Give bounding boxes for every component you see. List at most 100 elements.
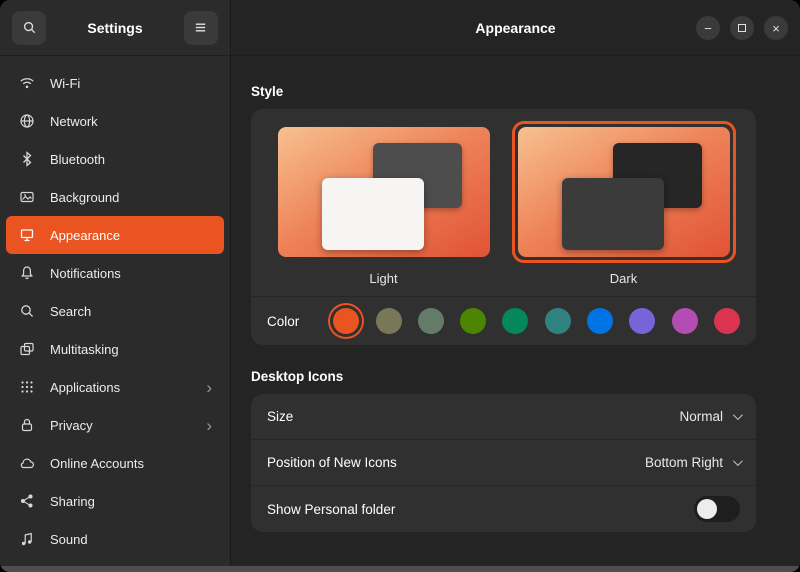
sidebar-item-label: Multitasking [50,342,119,357]
accent-swatch-bark[interactable] [376,308,402,334]
color-label: Color [267,314,299,329]
sidebar-item-appearance[interactable]: Appearance [6,216,224,254]
main-scroll-area: Style Light [231,56,800,532]
accent-swatch-blue[interactable] [587,308,613,334]
accent-swatch-prussian-green[interactable] [545,308,571,334]
preview-front-window [562,178,664,251]
sidebar-item-notifications[interactable]: Notifications [6,254,224,292]
sidebar-item-sharing[interactable]: Sharing [6,482,224,520]
sidebar-item-label: Network [50,114,98,129]
chevron-right-icon: › [206,417,212,434]
position-value: Bottom Right [645,455,723,470]
sidebar-item-label: Notifications [50,266,121,281]
sidebar-item-label: Background [50,190,119,205]
theme-tile-light-frame [272,121,496,263]
bluetooth-icon [18,150,36,168]
content-pane: Appearance − × Style [231,0,800,572]
sidebar-item-label: Search [50,304,91,319]
sidebar-header: Settings [0,0,230,56]
accent-swatch-red[interactable] [714,308,740,334]
theme-tile-dark-frame [512,121,736,263]
bell-icon [18,264,36,282]
size-label: Size [267,409,293,424]
sidebar-item-wifi[interactable]: Wi-Fi [6,64,224,102]
sidebar-item-label: Applications [50,380,120,395]
sidebar-item-label: Online Accounts [50,456,144,471]
search-button[interactable] [12,11,46,45]
sidebar-item-online-accounts[interactable]: Online Accounts [6,444,224,482]
cloud-icon [18,454,36,472]
sidebar-item-network[interactable]: Network [6,102,224,140]
toggle-knob [697,499,717,519]
sidebar-item-bluetooth[interactable]: Bluetooth [6,140,224,178]
personal-folder-row: Show Personal folder [251,486,756,532]
sidebar-item-applications[interactable]: Applications › [6,368,224,406]
dark-theme-label: Dark [610,271,637,286]
music-note-icon [18,530,36,548]
wifi-icon [18,74,36,92]
theme-previews: Light Dark [251,109,756,296]
app-grid-icon [18,378,36,396]
minimize-button[interactable]: − [696,16,720,40]
theme-tile-light[interactable]: Light [272,121,496,296]
personal-folder-label: Show Personal folder [267,502,395,517]
theme-tile-dark[interactable]: Dark [512,121,736,296]
sidebar-title: Settings [87,20,142,36]
accent-swatch-magenta[interactable] [672,308,698,334]
accent-swatches [333,308,740,334]
preview-front-window [322,178,424,251]
sidebar-item-background[interactable]: Background [6,178,224,216]
maximize-icon [738,24,746,32]
chevron-down-icon [733,456,743,466]
style-section-heading: Style [251,84,756,99]
content-header: Appearance − × [231,0,800,56]
network-icon [18,112,36,130]
accent-swatch-olive[interactable] [460,308,486,334]
search-icon [20,19,38,37]
multitasking-icon [18,340,36,358]
close-button[interactable]: × [764,16,788,40]
sidebar-item-multitasking[interactable]: Multitasking [6,330,224,368]
position-label: Position of New Icons [267,455,397,470]
appearance-icon [18,226,36,244]
accent-swatch-orange[interactable] [333,308,359,334]
share-icon [18,492,36,510]
sidebar-item-label: Wi-Fi [50,76,80,91]
window-bottom-edge [0,566,800,572]
desktop-icons-heading: Desktop Icons [251,369,756,384]
menu-button[interactable] [184,11,218,45]
size-row: Size Normal [251,394,756,440]
personal-folder-toggle[interactable] [694,496,740,522]
sidebar: Settings Wi-Fi Network [0,0,231,572]
search-icon [18,302,36,320]
chevron-down-icon [733,410,743,420]
minimize-icon: − [704,22,712,35]
desktop-icons-card: Size Normal Position of New Icons Bottom… [251,394,756,532]
accent-swatch-purple[interactable] [629,308,655,334]
window-controls: − × [696,0,788,56]
background-icon [18,188,36,206]
sidebar-item-privacy[interactable]: Privacy › [6,406,224,444]
lock-icon [18,416,36,434]
sidebar-item-search[interactable]: Search [6,292,224,330]
maximize-button[interactable] [730,16,754,40]
sidebar-item-label: Privacy [50,418,93,433]
size-dropdown[interactable]: Normal [679,409,740,424]
sidebar-item-label: Bluetooth [50,152,105,167]
dark-theme-preview [518,127,730,257]
hamburger-icon [192,19,210,37]
size-value: Normal [679,409,723,424]
sidebar-list: Wi-Fi Network Bluetooth Background [0,56,230,558]
close-icon: × [772,22,780,35]
chevron-right-icon: › [206,379,212,396]
style-card: Light Dark Color [251,109,756,345]
light-theme-preview [278,127,490,257]
sidebar-item-sound[interactable]: Sound [6,520,224,558]
light-theme-label: Light [369,271,397,286]
accent-swatch-viridian[interactable] [502,308,528,334]
settings-window: Settings Wi-Fi Network [0,0,800,572]
position-dropdown[interactable]: Bottom Right [645,455,740,470]
sidebar-item-label: Sharing [50,494,95,509]
accent-swatch-sage[interactable] [418,308,444,334]
accent-color-row: Color [251,297,756,345]
